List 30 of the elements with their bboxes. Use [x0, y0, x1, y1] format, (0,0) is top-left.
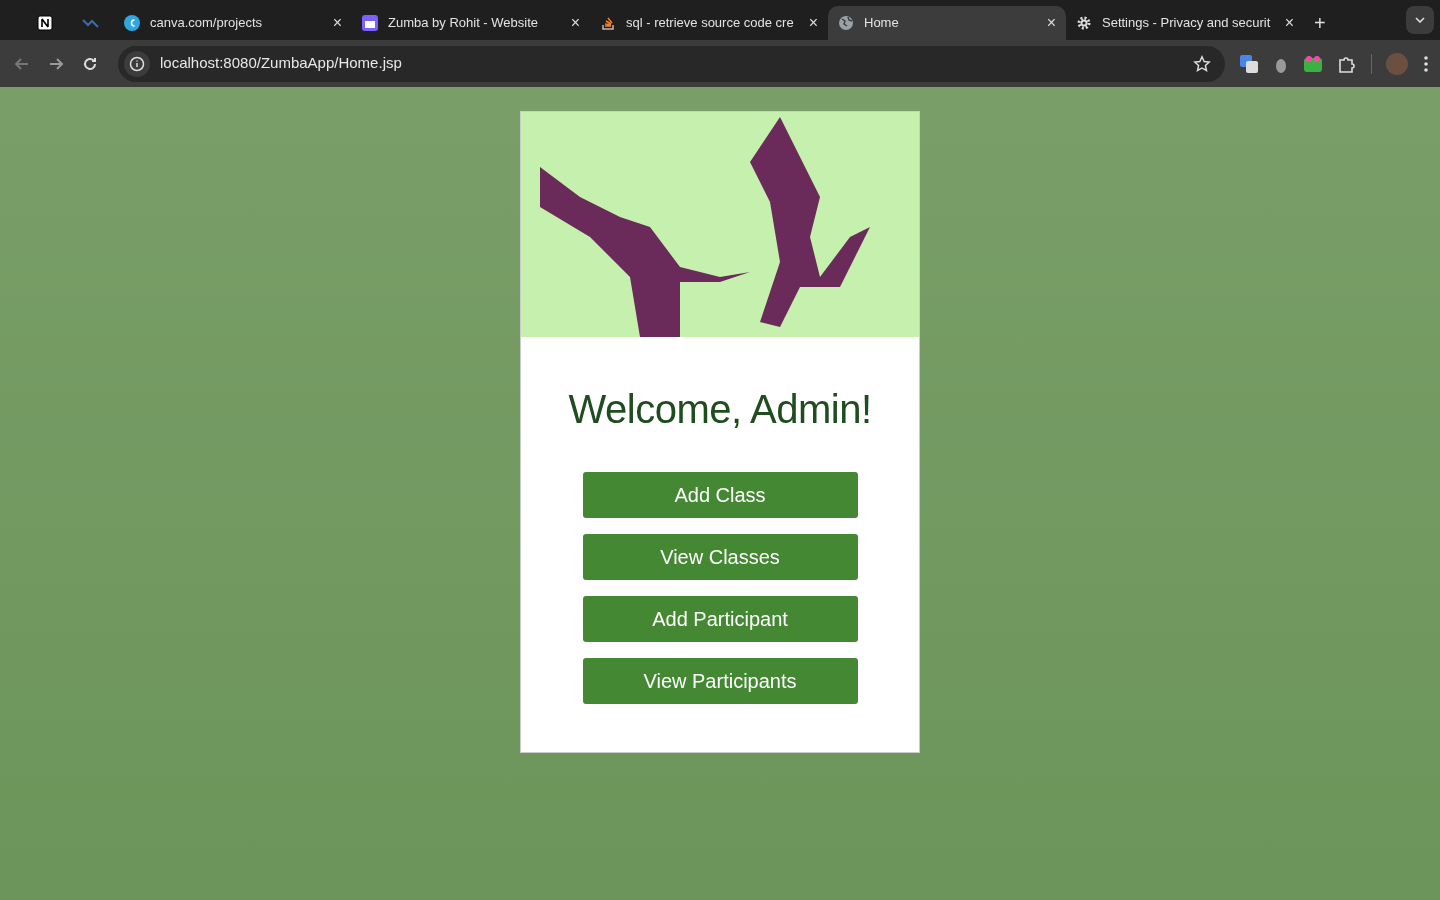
browser-tab[interactable]: Home ×: [828, 6, 1066, 40]
settings-icon: [1076, 15, 1092, 31]
canva-icon: [124, 15, 140, 31]
close-tab-icon[interactable]: ×: [808, 11, 818, 35]
welcome-heading: Welcome, Admin!: [568, 386, 872, 433]
url-text: localhost:8080/ZumbaApp/Home.jsp: [160, 53, 403, 74]
nav-button[interactable]: View Participants: [582, 658, 858, 704]
browser-tab[interactable]: canva.com/projects ×: [114, 6, 352, 40]
browser-tab[interactable]: Settings - Privacy and securit ×: [1066, 6, 1304, 40]
chevron-down-icon[interactable]: [1415, 17, 1425, 23]
notion-icon[interactable]: [37, 15, 53, 31]
close-tab-icon[interactable]: ×: [1046, 11, 1056, 35]
close-tab-icon[interactable]: ×: [1284, 11, 1294, 35]
browser-tab[interactable]: Zumba by Rohit - Website ×: [352, 6, 590, 40]
translate-icon[interactable]: [1239, 53, 1259, 74]
new-tab-button[interactable]: +: [1304, 6, 1336, 40]
nav-button[interactable]: Add Participant: [582, 596, 858, 642]
close-tab-icon[interactable]: ×: [332, 11, 342, 35]
app-window-icon: [362, 15, 378, 31]
tab-search-button[interactable]: [1406, 6, 1434, 34]
address-bar[interactable]: localhost:8080/ZumbaApp/Home.jsp: [118, 45, 1225, 82]
browser-tab[interactable]: sql - retrieve source code cre ×: [590, 6, 828, 40]
stack-icon: [600, 15, 616, 31]
star-icon[interactable]: [1193, 54, 1211, 73]
close-tab-icon[interactable]: ×: [570, 11, 580, 35]
info-icon[interactable]: [124, 50, 150, 77]
globe-icon: [838, 15, 854, 31]
nav-button[interactable]: Add Class: [582, 472, 858, 518]
menu-icon[interactable]: [1422, 53, 1430, 74]
nav-button[interactable]: View Classes: [582, 534, 858, 580]
